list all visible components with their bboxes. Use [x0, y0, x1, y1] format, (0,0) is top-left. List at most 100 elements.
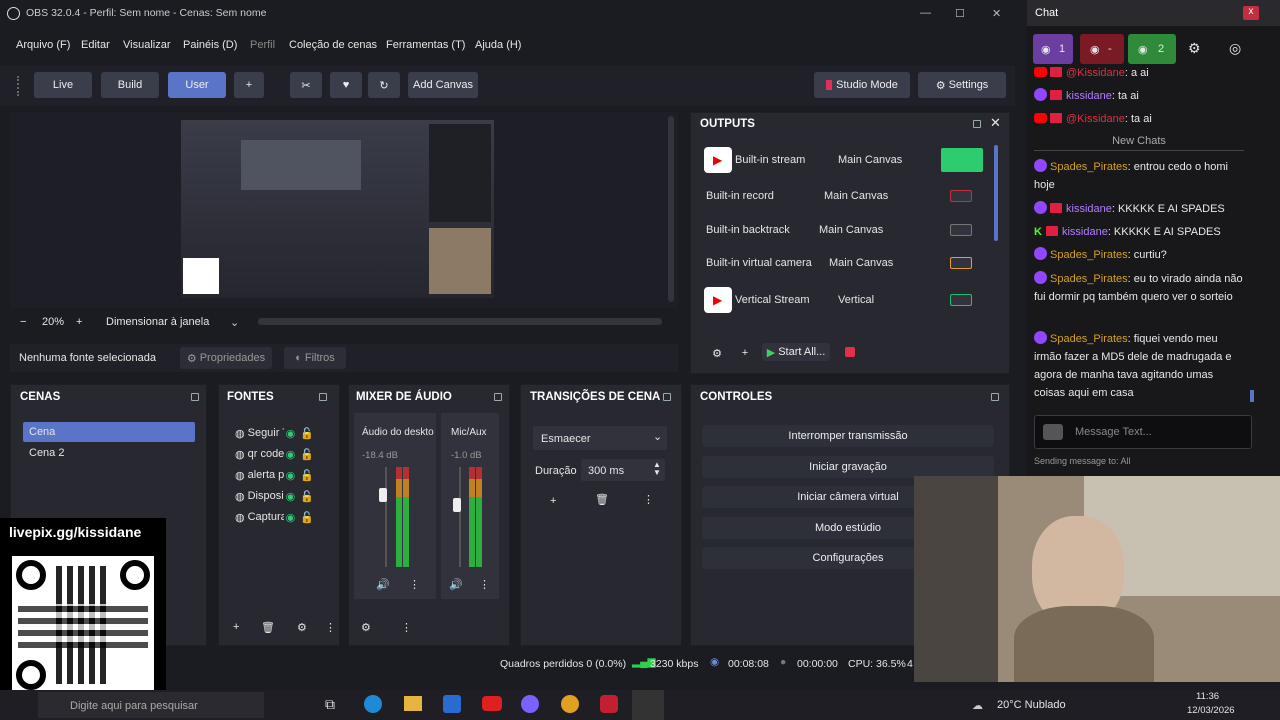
preview-scrollbar[interactable] [668, 116, 674, 302]
menu-paineis[interactable]: Painéis (D) [183, 39, 237, 51]
task-view-icon[interactable]: ⧉ [325, 696, 335, 713]
menu-editar[interactable]: Editar [81, 39, 110, 51]
chat-user[interactable]: kissidane [1066, 203, 1112, 215]
menu-visualizar[interactable]: Visualizar [123, 39, 171, 51]
chat-scrollbar[interactable] [1250, 390, 1254, 402]
add-transition-button[interactable]: + [550, 495, 556, 507]
close-button[interactable]: ✕ [992, 7, 1001, 20]
gear-icon[interactable]: ⚙ [361, 621, 371, 634]
output-toggle[interactable] [950, 224, 972, 236]
chat-user[interactable]: kissidane [1062, 226, 1108, 238]
more-icon[interactable]: ⋮ [401, 621, 412, 634]
chat-user[interactable]: Spades_Pirates [1050, 161, 1128, 173]
eye-icon[interactable]: ◉ [286, 427, 296, 440]
heart-icon[interactable]: ♥ [330, 72, 362, 98]
undock-icon[interactable] [663, 393, 671, 401]
chat-message-input[interactable]: Message Text... [1034, 415, 1252, 449]
more-icon[interactable]: ⋮ [325, 621, 336, 634]
edge-icon[interactable] [364, 695, 382, 713]
speaker-icon[interactable]: 🔊 [449, 578, 463, 591]
tab-live[interactable]: Live [34, 72, 92, 98]
source-item[interactable]: ◍ alerta pi ◉ 🔓 [235, 467, 335, 483]
menu-ferramentas[interactable]: Ferramentas (T) [386, 39, 465, 51]
folder-icon[interactable] [404, 696, 422, 711]
gear-icon[interactable]: ⚙ [1188, 40, 1201, 57]
source-item[interactable]: ◍ Disposi ◉ 🔓 [235, 488, 335, 504]
add-tab-button[interactable]: + [234, 72, 264, 98]
gear-icon[interactable]: ⚙ [297, 621, 307, 634]
maximize-button[interactable]: ☐ [955, 7, 965, 20]
scene-item[interactable]: Cena 2 [29, 447, 64, 459]
eye-icon[interactable]: ◉ [286, 511, 296, 524]
app-icon[interactable] [600, 695, 618, 713]
output-toggle[interactable] [941, 148, 983, 172]
emote-icon[interactable] [1043, 424, 1063, 440]
volume-slider[interactable] [379, 488, 387, 502]
trash-icon[interactable]: 🗑 [261, 621, 275, 634]
zoom-out-button[interactable]: − [20, 316, 26, 328]
transition-select[interactable]: Esmaecer ⌄ [533, 426, 667, 450]
source-item[interactable]: ◍ qr code ◉ 🔓 [235, 446, 335, 462]
speaker-icon[interactable]: 🔊 [376, 578, 390, 591]
preview-h-scrollbar[interactable] [258, 318, 662, 325]
tools-icon[interactable]: ✂ [290, 72, 322, 98]
zoom-in-button[interactable]: + [76, 316, 82, 328]
source-item[interactable]: ◍Seguir T◉ 🔓 [235, 425, 335, 441]
lock-icon[interactable]: 🔓 [300, 427, 314, 440]
outputs-scrollbar[interactable] [994, 145, 998, 241]
start-all-button[interactable]: ▶ Start All... [762, 343, 830, 361]
add-canvas-button[interactable]: Add Canvas [408, 72, 478, 98]
properties-button[interactable]: ⚙ Propriedades [180, 347, 272, 369]
chat-close-button[interactable]: x [1243, 6, 1259, 20]
undock-icon[interactable] [191, 393, 199, 401]
lock-icon[interactable]: 🔓 [300, 448, 314, 461]
stepper-icon[interactable]: ▲ ▼ [653, 461, 661, 477]
lock-icon[interactable]: 🔓 [300, 490, 314, 503]
chat-user[interactable]: Spades_Pirates [1050, 273, 1128, 285]
eye-icon[interactable]: ◉ [286, 490, 296, 503]
obs-taskbar-icon[interactable] [632, 690, 664, 720]
chevron-down-icon[interactable]: ⌄ [230, 316, 239, 329]
output-toggle[interactable] [950, 190, 972, 202]
gear-icon[interactable]: ⚙ [706, 345, 728, 361]
menu-arquivo[interactable]: Arquivo (F) [16, 39, 70, 51]
chat-user[interactable]: @Kissidane [1066, 113, 1125, 125]
control-button[interactable]: Interromper transmissão [702, 425, 994, 447]
scene-item[interactable]: Cena [23, 422, 195, 442]
eye-icon[interactable]: ◉ [286, 469, 296, 482]
chat-user[interactable]: @Kissidane [1066, 67, 1125, 79]
undock-icon[interactable] [973, 120, 981, 128]
trash-icon[interactable]: 🗑 [595, 493, 609, 506]
preview-area[interactable] [10, 112, 678, 308]
tab-build[interactable]: Build [101, 72, 159, 98]
store-icon[interactable] [443, 695, 461, 713]
tab-user[interactable]: User [168, 72, 226, 98]
scale-mode-select[interactable]: Dimensionar à janela [106, 316, 209, 328]
eye-icon[interactable]: ◉ [286, 448, 296, 461]
chat-user[interactable]: kissidane [1066, 90, 1112, 102]
menu-perfil[interactable]: Perfil [250, 39, 275, 51]
control-button[interactable]: Iniciar gravação [702, 455, 994, 478]
source-item[interactable]: ◍ Captura ◉ 🔓 [235, 509, 335, 525]
undock-icon[interactable] [319, 393, 327, 401]
menu-ajuda[interactable]: Ajuda (H) [475, 39, 521, 51]
more-icon[interactable]: ⋮ [409, 578, 420, 591]
drag-handle[interactable] [17, 76, 21, 96]
chrome-icon[interactable] [561, 695, 579, 713]
taskbar-search[interactable]: Digite aqui para pesquisar [38, 692, 264, 718]
studio-mode-button[interactable]: Studio Mode [814, 72, 910, 98]
more-icon[interactable]: ⋮ [643, 493, 654, 506]
menu-colecao[interactable]: Coleção de cenas [289, 39, 377, 51]
duration-input[interactable]: 300 ms ▲ ▼ [581, 459, 665, 481]
settings-button[interactable]: ⚙ Settings [918, 72, 1006, 98]
add-source-button[interactable]: + [233, 621, 239, 633]
add-output-button[interactable]: + [735, 345, 755, 361]
close-icon[interactable]: ✕ [990, 115, 1001, 131]
app-icon[interactable] [521, 695, 539, 713]
filters-button[interactable]: ◐ Filtros [284, 347, 346, 369]
more-icon[interactable]: ⋮ [479, 578, 490, 591]
output-toggle[interactable] [950, 294, 972, 306]
youtube-icon[interactable] [482, 696, 502, 711]
stop-all-icon[interactable] [845, 347, 855, 357]
refresh-icon[interactable]: ↻ [368, 72, 400, 98]
